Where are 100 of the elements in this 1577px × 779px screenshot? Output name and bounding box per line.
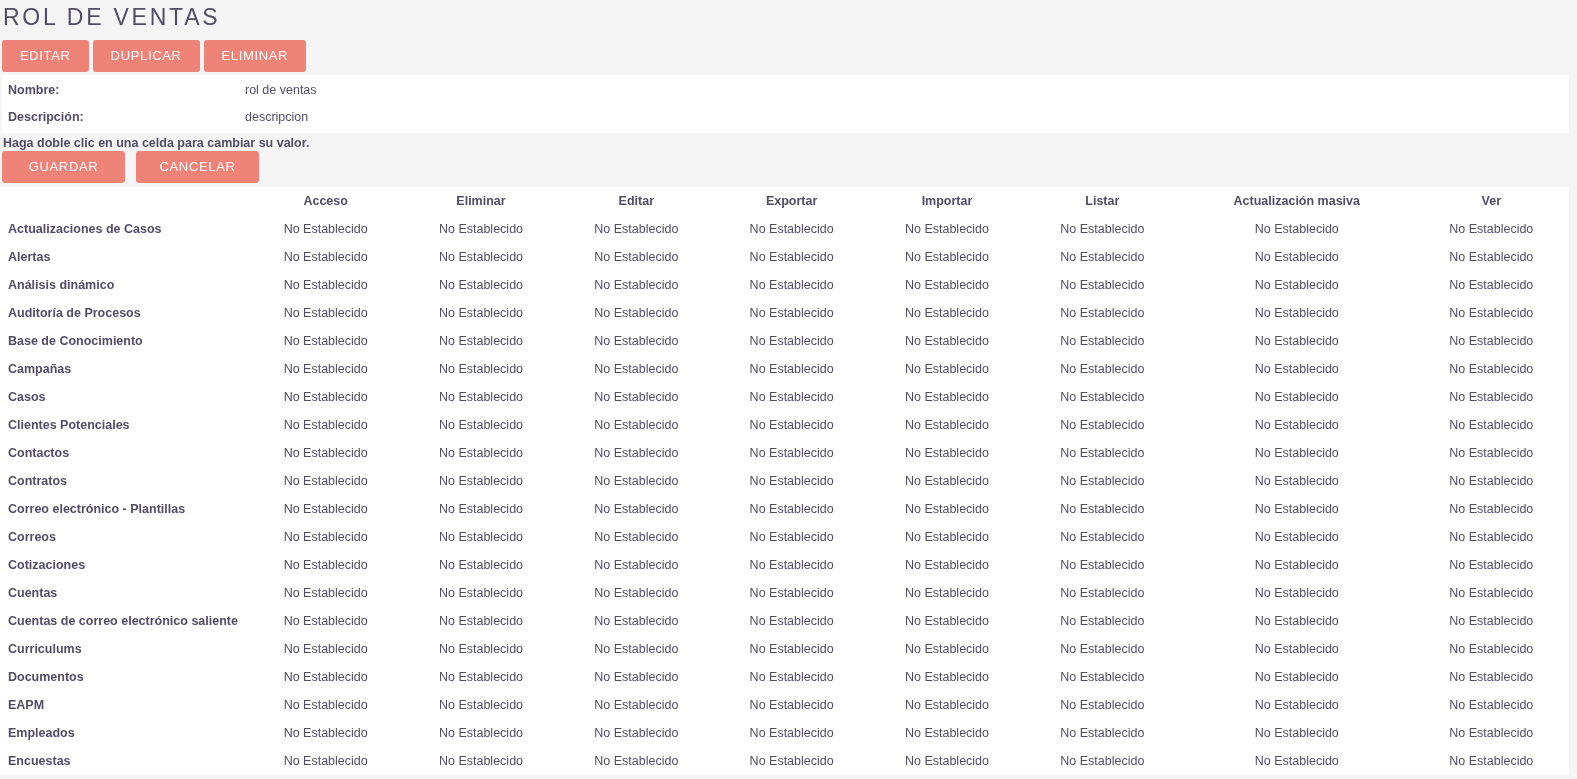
table-cell[interactable]: No Establecido [248, 215, 404, 243]
table-cell[interactable]: No Establecido [1024, 747, 1180, 775]
table-cell[interactable]: No Establecido [248, 607, 404, 635]
table-cell[interactable]: No Establecido [558, 467, 714, 495]
table-cell[interactable]: No Establecido [714, 635, 870, 663]
table-cell[interactable]: No Establecido [403, 607, 559, 635]
table-cell[interactable]: No Establecido [1024, 327, 1180, 355]
table-cell[interactable]: No Establecido [714, 215, 870, 243]
table-cell[interactable]: No Establecido [1024, 215, 1180, 243]
table-cell[interactable]: No Establecido [1024, 271, 1180, 299]
table-cell[interactable]: No Establecido [1413, 215, 1569, 243]
table-cell[interactable]: No Establecido [558, 691, 714, 719]
table-cell[interactable]: No Establecido [403, 495, 559, 523]
table-cell[interactable]: No Establecido [403, 271, 559, 299]
table-cell[interactable]: No Establecido [248, 327, 404, 355]
table-cell[interactable]: No Establecido [1413, 579, 1569, 607]
table-cell[interactable]: No Establecido [869, 467, 1025, 495]
table-cell[interactable]: No Establecido [248, 299, 404, 327]
table-cell[interactable]: No Establecido [1413, 327, 1569, 355]
table-cell[interactable]: No Establecido [869, 383, 1025, 411]
table-cell[interactable]: No Establecido [1413, 495, 1569, 523]
table-cell[interactable]: No Establecido [1024, 663, 1180, 691]
table-cell[interactable]: No Establecido [869, 439, 1025, 467]
table-cell[interactable]: No Establecido [1179, 271, 1414, 299]
table-cell[interactable]: No Establecido [1024, 355, 1180, 383]
table-cell[interactable]: No Establecido [248, 467, 404, 495]
table-cell[interactable]: No Establecido [714, 663, 870, 691]
table-cell[interactable]: No Establecido [248, 355, 404, 383]
table-cell[interactable]: No Establecido [1024, 467, 1180, 495]
table-cell[interactable]: No Establecido [1179, 327, 1414, 355]
table-cell[interactable]: No Establecido [1024, 523, 1180, 551]
table-cell[interactable]: No Establecido [1179, 467, 1414, 495]
table-cell[interactable]: No Establecido [558, 635, 714, 663]
table-cell[interactable]: No Establecido [558, 411, 714, 439]
table-cell[interactable]: No Establecido [1179, 495, 1414, 523]
table-cell[interactable]: No Establecido [403, 635, 559, 663]
table-cell[interactable]: No Establecido [1413, 607, 1569, 635]
table-cell[interactable]: No Establecido [248, 691, 404, 719]
table-cell[interactable]: No Establecido [1179, 663, 1414, 691]
table-cell[interactable]: No Establecido [869, 635, 1025, 663]
table-cell[interactable]: No Establecido [1413, 691, 1569, 719]
table-cell[interactable]: No Establecido [714, 327, 870, 355]
table-cell[interactable]: No Establecido [869, 579, 1025, 607]
table-cell[interactable]: No Establecido [248, 411, 404, 439]
table-cell[interactable]: No Establecido [248, 551, 404, 579]
table-cell[interactable]: No Establecido [248, 495, 404, 523]
table-cell[interactable]: No Establecido [869, 355, 1025, 383]
table-cell[interactable]: No Establecido [1024, 495, 1180, 523]
table-cell[interactable]: No Establecido [1179, 411, 1414, 439]
table-cell[interactable]: No Establecido [248, 663, 404, 691]
table-cell[interactable]: No Establecido [558, 663, 714, 691]
table-cell[interactable]: No Establecido [1024, 243, 1180, 271]
table-cell[interactable]: No Establecido [403, 551, 559, 579]
table-cell[interactable]: No Establecido [1179, 691, 1414, 719]
table-cell[interactable]: No Establecido [1179, 439, 1414, 467]
table-cell[interactable]: No Establecido [869, 215, 1025, 243]
table-cell[interactable]: No Establecido [1413, 551, 1569, 579]
table-cell[interactable]: No Establecido [1024, 299, 1180, 327]
table-cell[interactable]: No Establecido [1179, 607, 1414, 635]
table-cell[interactable]: No Establecido [1024, 439, 1180, 467]
table-cell[interactable]: No Establecido [403, 747, 559, 775]
table-cell[interactable]: No Establecido [1413, 719, 1569, 747]
table-cell[interactable]: No Establecido [1179, 523, 1414, 551]
table-cell[interactable]: No Establecido [1413, 663, 1569, 691]
table-cell[interactable]: No Establecido [558, 579, 714, 607]
table-cell[interactable]: No Establecido [869, 719, 1025, 747]
table-cell[interactable]: No Establecido [1413, 271, 1569, 299]
table-cell[interactable]: No Establecido [1024, 691, 1180, 719]
table-cell[interactable]: No Establecido [869, 691, 1025, 719]
table-cell[interactable]: No Establecido [1413, 299, 1569, 327]
table-cell[interactable]: No Establecido [714, 411, 870, 439]
table-cell[interactable]: No Establecido [558, 523, 714, 551]
table-cell[interactable]: No Establecido [248, 579, 404, 607]
table-cell[interactable]: No Establecido [558, 383, 714, 411]
table-cell[interactable]: No Establecido [1024, 607, 1180, 635]
table-cell[interactable]: No Establecido [1179, 243, 1414, 271]
table-cell[interactable]: No Establecido [403, 523, 559, 551]
table-cell[interactable]: No Establecido [869, 607, 1025, 635]
table-cell[interactable]: No Establecido [248, 523, 404, 551]
table-cell[interactable]: No Establecido [1179, 635, 1414, 663]
table-cell[interactable]: No Establecido [1179, 719, 1414, 747]
table-cell[interactable]: No Establecido [1413, 439, 1569, 467]
table-cell[interactable]: No Establecido [248, 439, 404, 467]
table-cell[interactable]: No Establecido [869, 299, 1025, 327]
table-cell[interactable]: No Establecido [869, 747, 1025, 775]
table-cell[interactable]: No Establecido [1413, 467, 1569, 495]
table-cell[interactable]: No Establecido [714, 299, 870, 327]
table-cell[interactable]: No Establecido [714, 747, 870, 775]
table-cell[interactable]: No Establecido [558, 719, 714, 747]
table-cell[interactable]: No Establecido [714, 607, 870, 635]
table-cell[interactable]: No Establecido [403, 383, 559, 411]
table-cell[interactable]: No Establecido [1024, 551, 1180, 579]
table-cell[interactable]: No Establecido [1413, 635, 1569, 663]
table-cell[interactable]: No Establecido [558, 355, 714, 383]
table-cell[interactable]: No Establecido [558, 271, 714, 299]
table-cell[interactable]: No Establecido [1413, 383, 1569, 411]
table-cell[interactable]: No Establecido [403, 299, 559, 327]
table-cell[interactable]: No Establecido [558, 551, 714, 579]
table-cell[interactable]: No Establecido [403, 439, 559, 467]
table-cell[interactable]: No Establecido [869, 271, 1025, 299]
